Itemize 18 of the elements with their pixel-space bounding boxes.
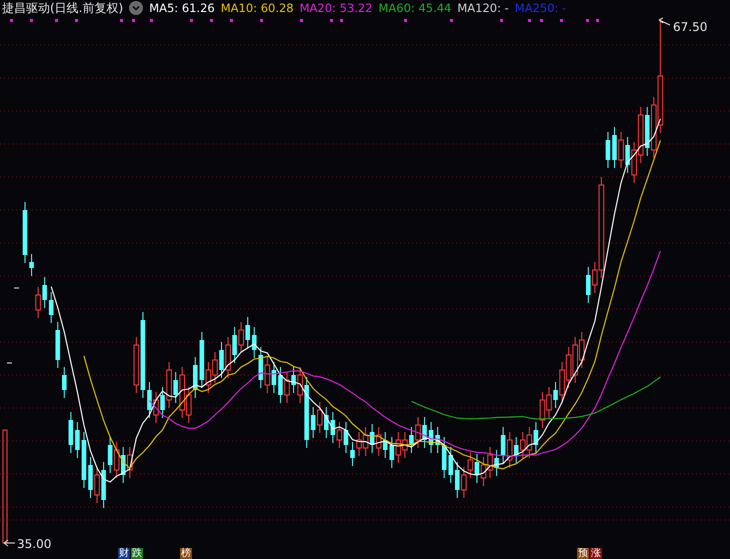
chevron-down-icon[interactable] (129, 1, 144, 15)
high-price-leader-line (658, 18, 670, 26)
moving-average-legend: MA120: - (457, 1, 509, 15)
event-badge[interactable]: 预 (577, 548, 589, 559)
event-badge[interactable]: 跌 (131, 548, 143, 559)
low-price-leader-line (4, 540, 16, 546)
chart-title: 捷昌驱动(日线.前复权) (2, 0, 124, 16)
event-badge[interactable]: 财 (118, 548, 130, 559)
moving-average-legend: MA10: 60.28 (220, 1, 294, 15)
event-badge[interactable]: 榜 (180, 548, 192, 559)
moving-average-legend: MA20: 53.22 (300, 1, 372, 15)
low-price-label: 35.00 (17, 537, 52, 551)
event-badge[interactable]: 涨 (590, 548, 602, 559)
price-tick-mark (6, 362, 12, 364)
moving-average-legend: MA250: - (514, 1, 566, 15)
high-price-label: 67.50 (673, 20, 708, 34)
moving-average-legend: MA60: 45.44 (378, 1, 452, 15)
moving-average-legend: MA5: 61.26 (149, 1, 215, 15)
